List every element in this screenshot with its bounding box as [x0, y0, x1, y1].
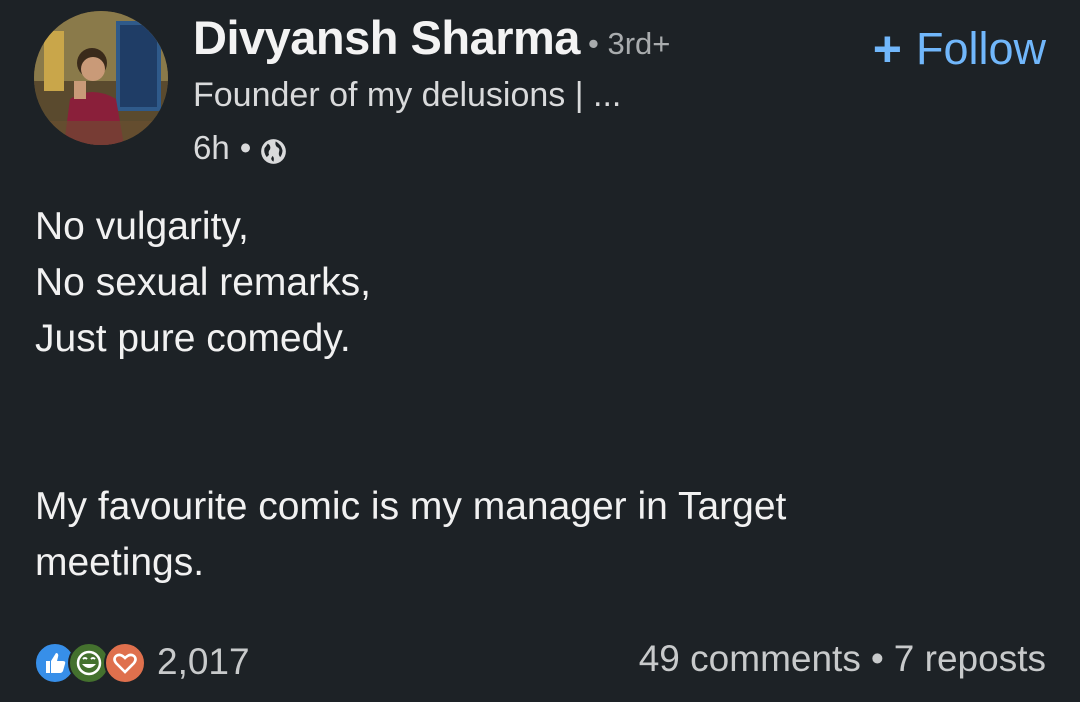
comments-count[interactable]: 49 comments — [639, 638, 861, 679]
post-line: No sexual remarks, — [35, 261, 371, 304]
post-line: My favourite comic is my manager in Targ… — [35, 485, 787, 528]
follow-label: Follow — [915, 23, 1046, 74]
social-counts: 49 comments • 7 reposts — [639, 638, 1046, 680]
globe-icon — [260, 135, 287, 164]
feed-post: Divyansh Sharma • 3rd+ Founder of my del… — [0, 0, 1080, 702]
reposts-count[interactable]: 7 reposts — [894, 638, 1046, 679]
reaction-icons — [34, 640, 147, 684]
avatar-photo — [34, 11, 168, 145]
love-icon — [104, 642, 146, 684]
meta-separator: • — [239, 129, 252, 166]
post-line: meetings. — [35, 541, 205, 584]
counts-separator: • — [870, 638, 884, 679]
post-text: No vulgarity, No sexual remarks, Just pu… — [35, 199, 1045, 591]
post-time: 6h — [193, 129, 230, 166]
post-line: No vulgarity, — [35, 205, 249, 248]
reaction-count: 2,017 — [157, 641, 250, 682]
post-meta: 6h • — [193, 129, 287, 167]
reactions-summary[interactable]: 2,017 — [34, 640, 250, 684]
author-headline[interactable]: Founder of my delusions | ... — [193, 76, 621, 115]
author-avatar[interactable] — [34, 11, 168, 145]
author-name[interactable]: Divyansh Sharma — [193, 10, 580, 65]
post-line: Just pure comedy. — [35, 317, 351, 360]
follow-button[interactable]: + Follow — [873, 20, 1046, 78]
plus-icon: + — [872, 21, 902, 77]
connection-degree: • 3rd+ — [588, 26, 671, 61]
